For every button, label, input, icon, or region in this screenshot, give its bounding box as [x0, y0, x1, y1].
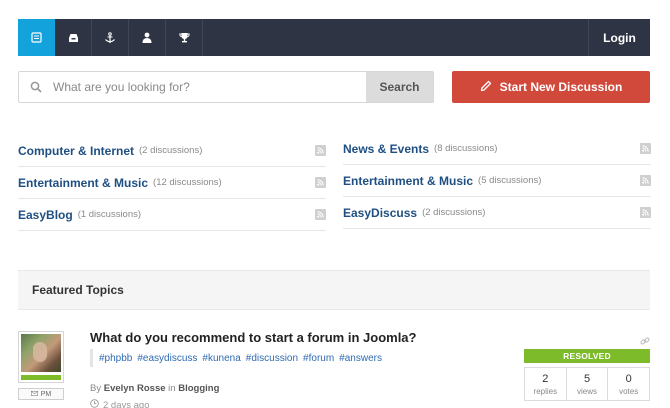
post-title[interactable]: What do you recommend to start a forum i… — [90, 330, 416, 345]
mail-icon — [30, 390, 38, 398]
tag-link[interactable]: #forum — [303, 353, 334, 364]
category-link[interactable]: Computer & Internet — [18, 144, 134, 158]
author-link[interactable]: Evelyn Rosse — [104, 383, 166, 394]
category-link[interactable]: Entertainment & Music — [18, 176, 148, 190]
stat-replies: 2 replies — [525, 368, 567, 400]
tag-link[interactable]: #kunena — [202, 353, 240, 364]
avatar-image — [21, 334, 61, 372]
category-item: News & Events (8 discussions) — [343, 133, 651, 165]
inbox-icon[interactable] — [55, 19, 92, 56]
time-text: 2 days ago — [103, 399, 150, 408]
in-label: in — [168, 383, 176, 394]
category-item: EasyBlog (1 discussions) — [18, 199, 326, 231]
stat-votes: 0 votes — [608, 368, 649, 400]
rss-icon[interactable] — [315, 209, 326, 220]
pencil-icon — [480, 80, 492, 95]
search-icon — [19, 72, 53, 102]
category-link[interactable]: Blogging — [178, 383, 219, 394]
stat-number: 2 — [542, 372, 549, 385]
pm-button[interactable]: PM — [18, 388, 64, 400]
category-item: Entertainment & Music (12 discussions) — [18, 167, 326, 199]
rss-icon[interactable] — [315, 177, 326, 188]
by-label: By — [90, 383, 102, 394]
login-button[interactable]: Login — [588, 19, 650, 56]
search-input[interactable] — [53, 72, 366, 102]
category-item: Computer & Internet (2 discussions) — [18, 135, 326, 167]
clock-icon — [90, 399, 99, 408]
top-toolbar: Login — [18, 19, 650, 56]
stat-number: 0 — [625, 372, 632, 385]
discussions-icon[interactable] — [18, 19, 55, 56]
tag-link[interactable]: #easydiscuss — [137, 353, 197, 364]
stat-label: votes — [619, 386, 639, 396]
tag-list: #phpbb #easydiscuss #kunena #discussion … — [90, 349, 382, 367]
rss-icon[interactable] — [640, 207, 651, 218]
anchor-icon[interactable] — [92, 19, 129, 56]
category-link[interactable]: EasyDiscuss — [343, 206, 417, 220]
category-link[interactable]: Entertainment & Music — [343, 174, 473, 188]
rss-icon[interactable] — [640, 175, 651, 186]
tag-link[interactable]: #phpbb — [99, 353, 132, 364]
category-count: (12 discussions) — [153, 177, 222, 188]
post-time: 2 days ago — [90, 399, 149, 408]
rss-icon[interactable] — [315, 145, 326, 156]
user-icon[interactable] — [129, 19, 166, 56]
status-badge: RESOLVED — [524, 349, 650, 363]
start-new-discussion-label: Start New Discussion — [499, 80, 623, 94]
featured-topics-heading: Featured Topics — [18, 270, 650, 310]
stat-label: replies — [533, 386, 558, 396]
search-bar: Search — [18, 71, 434, 103]
trophy-icon[interactable] — [166, 19, 203, 56]
tag-link[interactable]: #answers — [339, 353, 382, 364]
category-link[interactable]: News & Events — [343, 142, 429, 156]
rss-icon[interactable] — [640, 143, 651, 154]
category-count: (2 discussions) — [139, 145, 203, 156]
tag-link[interactable]: #discussion — [246, 353, 298, 364]
stat-number: 5 — [583, 372, 591, 385]
category-item: Entertainment & Music (5 discussions) — [343, 165, 651, 197]
category-list-left: Computer & Internet (2 discussions) Ente… — [18, 135, 326, 231]
online-status-bar — [21, 375, 61, 380]
start-new-discussion-button[interactable]: Start New Discussion — [452, 71, 650, 103]
category-link[interactable]: EasyBlog — [18, 208, 73, 222]
category-list-right: News & Events (8 discussions) Entertainm… — [343, 133, 651, 229]
stat-views: 5 views — [567, 368, 609, 400]
post-stats: 2 replies 5 views 0 votes — [524, 367, 650, 401]
category-count: (8 discussions) — [434, 143, 498, 154]
category-item: EasyDiscuss (2 discussions) — [343, 197, 651, 229]
category-count: (1 discussions) — [77, 209, 142, 220]
category-count: (5 discussions) — [478, 175, 542, 186]
stat-label: views — [577, 386, 598, 396]
category-count: (2 discussions) — [422, 207, 486, 218]
search-button[interactable]: Search — [366, 72, 433, 102]
avatar[interactable] — [18, 331, 64, 383]
pm-label: PM — [40, 390, 52, 398]
post-byline: By Evelyn Rosse in Blogging — [90, 383, 219, 394]
